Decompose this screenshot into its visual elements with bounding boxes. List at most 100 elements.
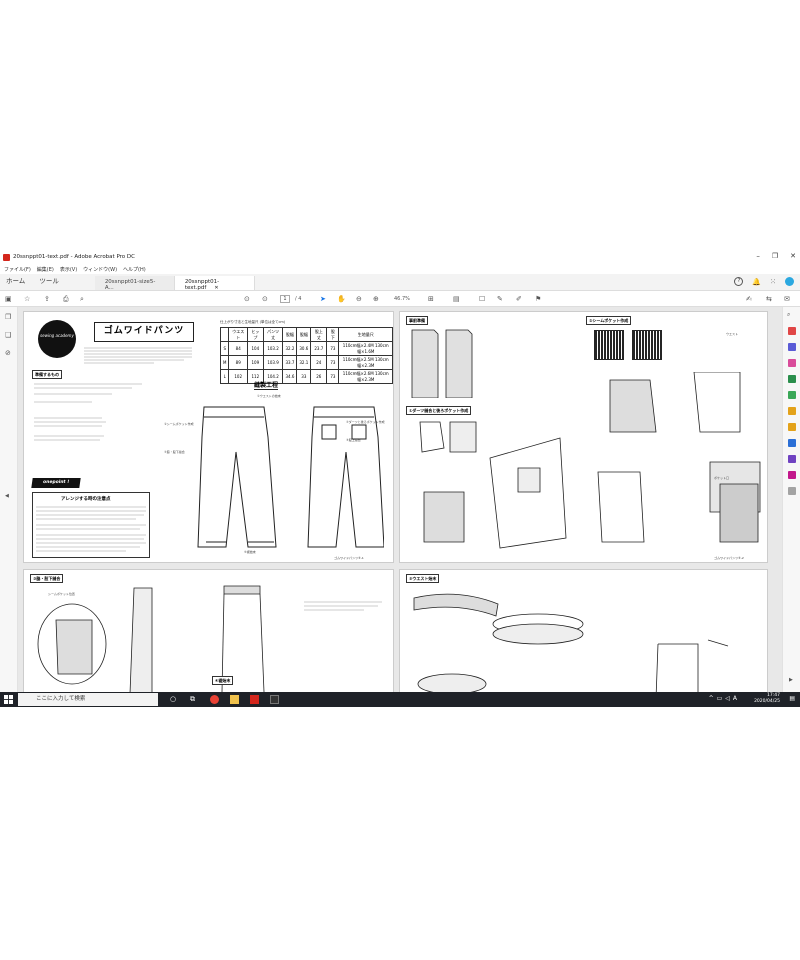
- window-title: 20ssnppt01-text.pdf - Adobe Acrobat Pro …: [13, 254, 135, 260]
- zoom-level[interactable]: 46.7%: [394, 294, 410, 304]
- pdf-page-1: sewing academy ゴムワイドパンツ 仕上がり寸法と生地量尺 (単位は…: [23, 311, 394, 563]
- upload-icon[interactable]: ⇪: [44, 294, 50, 304]
- page-footer: ゴムワイドパンツ⑥-2: [714, 556, 744, 560]
- qr-code-1: [594, 330, 624, 360]
- star-icon[interactable]: ☆: [24, 294, 30, 304]
- tab-home[interactable]: ホーム: [0, 275, 33, 290]
- ime-indicator[interactable]: A: [733, 695, 740, 702]
- doc-tab-size5[interactable]: 20ssnppt01-size5-A...: [94, 276, 175, 291]
- collapse-right-icon[interactable]: ▶: [789, 677, 793, 683]
- arrange-note-box: アレンジする時の注意点: [32, 492, 150, 558]
- acrobat-icon: [3, 253, 10, 261]
- app-taskbar-icon[interactable]: [270, 695, 279, 704]
- hand-tool-icon[interactable]: ✋: [337, 294, 346, 304]
- print-icon[interactable]: ⎙: [63, 294, 69, 304]
- organize-icon[interactable]: [788, 391, 796, 399]
- step-4-label: ④ダーツと後ろポケット作成: [346, 420, 385, 424]
- doc-tab-text[interactable]: 20ssnppt01-text.pdf ✕: [174, 276, 255, 291]
- collapse-left-icon[interactable]: ◀: [5, 493, 9, 499]
- tray-up-icon[interactable]: ^: [709, 695, 717, 702]
- prep-section-label: 事前準備: [406, 316, 428, 325]
- scroll-mode-icon[interactable]: ▤: [453, 294, 460, 304]
- create-pdf-icon[interactable]: [788, 343, 796, 351]
- scan-icon[interactable]: [788, 471, 796, 479]
- zoom-in-icon[interactable]: ⊕: [373, 294, 379, 304]
- volume-icon[interactable]: ◁: [725, 695, 733, 702]
- page-number-input[interactable]: 1: [280, 295, 290, 303]
- file-explorer-icon[interactable]: [230, 695, 239, 704]
- notification-icon[interactable]: ▤: [789, 695, 795, 702]
- pdf-page-2: 事前準備 ①ダーツ縫合と後ろポケット作成 ②シームポケット作成 ウエスト ポケッ…: [399, 311, 768, 563]
- acrobat-window: 20ssnppt01-text.pdf - Adobe Acrobat Pro …: [0, 250, 800, 707]
- protect-icon[interactable]: [788, 455, 796, 463]
- step-5-label: ⑤股上縫合: [346, 438, 361, 442]
- pen-icon[interactable]: ✎: [497, 294, 503, 304]
- network-icon[interactable]: ▭: [717, 695, 726, 702]
- page-footer: ゴムワイドパンツ⑥-1: [334, 556, 364, 560]
- seam-pocket-position-label: シームポケット位置: [48, 592, 75, 596]
- menu-window[interactable]: ウィンドウ(W): [83, 266, 117, 273]
- menu-file[interactable]: ファイル(F): [4, 266, 31, 273]
- combine-icon[interactable]: [788, 375, 796, 383]
- menu-help[interactable]: ヘルプ(H): [123, 266, 146, 273]
- hem-section-label: ④裾始末: [212, 676, 234, 685]
- intro-text-lines: [84, 346, 194, 364]
- sign-icon[interactable]: ✍: [746, 294, 752, 304]
- step-1-label: ①ウエストの始末: [257, 394, 281, 398]
- fill-sign-icon[interactable]: [788, 423, 796, 431]
- prev-page-icon[interactable]: ⊙: [244, 294, 250, 304]
- left-navigation-pane: ❐ ❑ ⊘ ◀: [0, 307, 18, 692]
- document-view[interactable]: sewing academy ゴムワイドパンツ 仕上がり寸法と生地量尺 (単位は…: [18, 307, 782, 692]
- menu-edit[interactable]: 編集(E): [37, 266, 54, 273]
- fit-page-icon[interactable]: ⊞: [428, 294, 434, 304]
- stamp-icon[interactable]: ⚑: [535, 294, 541, 304]
- taskbar-search-input[interactable]: ここに入力して検索: [18, 693, 158, 706]
- windows-start-icon[interactable]: [4, 695, 13, 704]
- send-icon[interactable]: [788, 439, 796, 447]
- avatar[interactable]: [785, 277, 794, 286]
- window-controls: – ❐ ✕: [756, 252, 796, 260]
- more-tools-icon[interactable]: [788, 487, 796, 495]
- next-page-icon[interactable]: ⊙: [262, 294, 268, 304]
- step-3-label: ③脇・股下縫合: [164, 450, 185, 454]
- page-thumbnails-icon[interactable]: ❐: [5, 313, 11, 321]
- search-icon[interactable]: ⌕: [80, 294, 84, 304]
- acrobat-taskbar-icon[interactable]: [250, 695, 259, 704]
- pdf-page-4: ⑤ウエスト始末: [399, 569, 768, 692]
- highlight-icon[interactable]: ✐: [516, 294, 522, 304]
- prep-label: 準備するもの: [32, 370, 62, 379]
- clock-date: 2020/04/25: [754, 699, 780, 704]
- seam-pocket-drawing: [590, 372, 765, 557]
- chrome-icon[interactable]: [210, 695, 219, 704]
- step-2-label: ②シームポケット作成: [164, 422, 194, 426]
- attachments-icon[interactable]: ⊘: [5, 349, 11, 357]
- comment-icon[interactable]: ☐: [479, 294, 485, 304]
- pattern-title: ゴムワイドパンツ: [94, 322, 194, 342]
- select-tool-icon[interactable]: ➤: [320, 294, 326, 304]
- cortana-icon[interactable]: ○: [170, 695, 179, 704]
- tab-tools[interactable]: ツール: [33, 275, 67, 290]
- intro-text: [84, 346, 194, 365]
- save-icon[interactable]: ▣: [5, 294, 12, 304]
- grid-icon[interactable]: ⁙: [770, 278, 776, 286]
- share-icon[interactable]: ⇆: [766, 294, 772, 304]
- comment-tool-icon[interactable]: [788, 407, 796, 415]
- pocket-opening-label: ポケット口: [714, 476, 730, 480]
- minimize-icon[interactable]: –: [756, 252, 760, 260]
- edit-pdf-icon[interactable]: [788, 359, 796, 367]
- bookmarks-icon[interactable]: ❑: [5, 331, 11, 339]
- close-icon[interactable]: ✕: [790, 252, 796, 260]
- email-icon[interactable]: ✉: [784, 294, 790, 304]
- maximize-icon[interactable]: ❐: [772, 252, 778, 260]
- prep-pattern-drawing: [410, 328, 490, 398]
- export-pdf-icon[interactable]: [788, 327, 796, 335]
- zoom-out-icon[interactable]: ⊖: [356, 294, 362, 304]
- taskbar-clock[interactable]: 17:47 2020/04/25: [754, 693, 780, 705]
- bell-icon[interactable]: 🔔: [752, 278, 761, 286]
- sewing-badge-logo: sewing academy: [38, 320, 76, 358]
- search-tools-icon[interactable]: ⌕: [787, 311, 790, 319]
- menu-view[interactable]: 表示(V): [60, 266, 77, 273]
- dart-pocket-drawing: [410, 418, 570, 558]
- help-icon[interactable]: ?: [734, 277, 744, 286]
- task-view-icon[interactable]: ⧉: [190, 695, 199, 704]
